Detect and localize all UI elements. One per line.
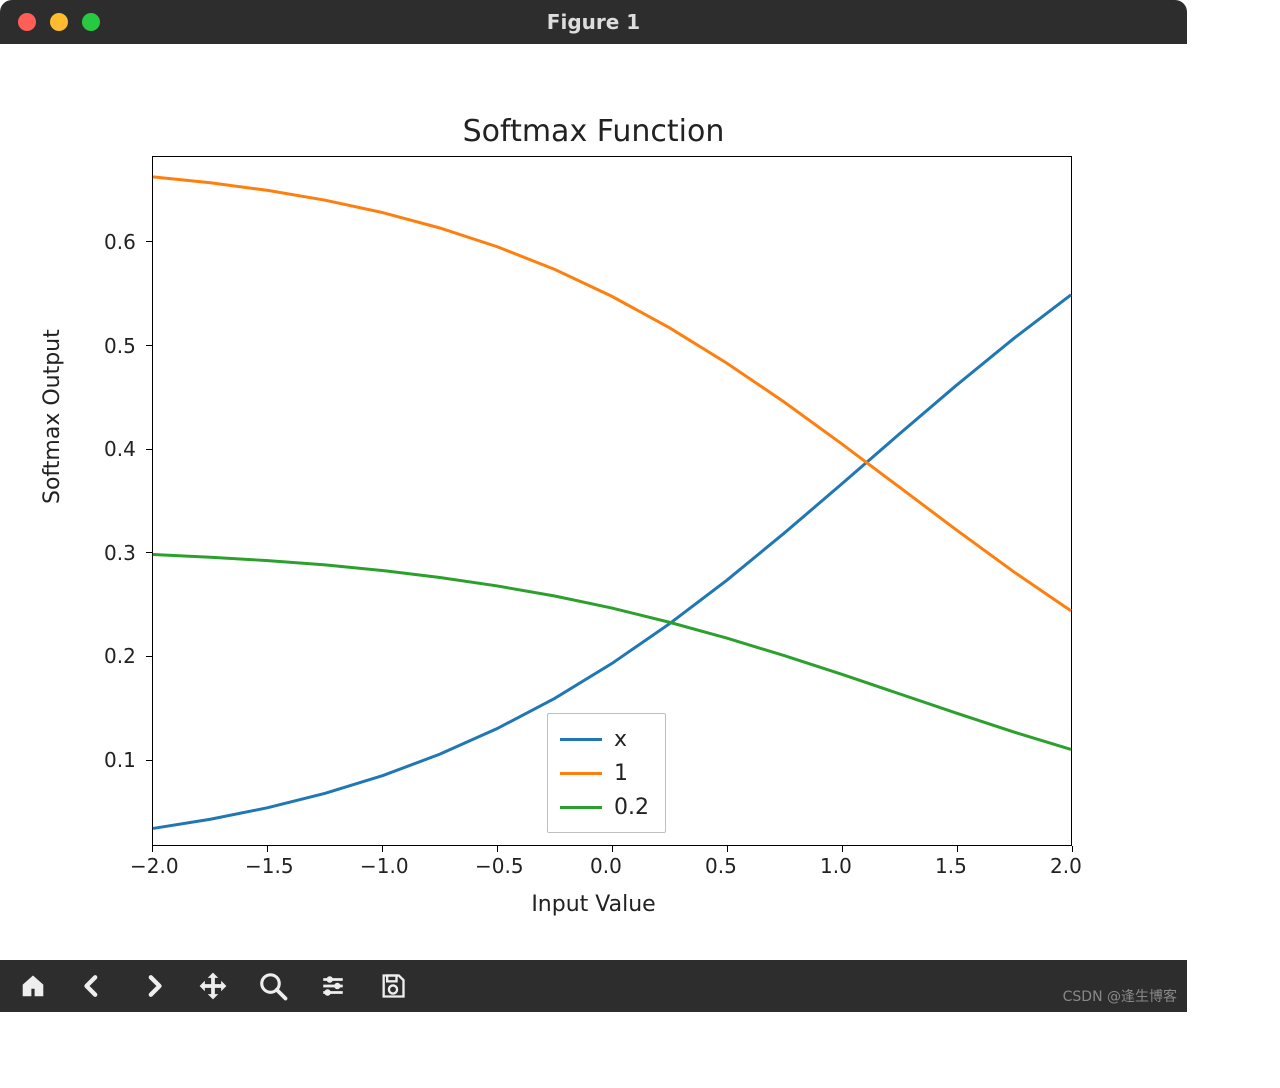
x-tick-label: 2.0	[1050, 854, 1082, 878]
figure-canvas[interactable]: Softmax Function Softmax Output Input Va…	[0, 44, 1187, 960]
home-button[interactable]	[4, 963, 62, 1009]
x-tick-mark	[497, 846, 498, 852]
save-icon	[379, 972, 407, 1000]
x-tick-mark	[382, 846, 383, 852]
x-axis-label: Input Value	[0, 892, 1187, 917]
y-tick-label: 0.3	[104, 541, 142, 565]
y-tick-label: 0.2	[104, 644, 142, 668]
y-tick-mark	[146, 449, 152, 450]
legend-swatch	[560, 772, 602, 775]
forward-button[interactable]	[124, 963, 182, 1009]
legend-swatch	[560, 738, 602, 741]
y-tick-mark	[146, 760, 152, 761]
x-tick-label: 0.0	[590, 854, 622, 878]
x-tick-mark	[957, 846, 958, 852]
mpl-toolbar: CSDN @逢生博客	[0, 960, 1187, 1012]
window-titlebar: Figure 1	[0, 0, 1187, 44]
figure-window: Figure 1 Softmax Function Softmax Output…	[0, 0, 1187, 1012]
y-tick-label: 0.6	[104, 230, 142, 254]
x-tick-label: −1.5	[245, 854, 294, 878]
sliders-icon	[318, 973, 348, 999]
legend-item-x: x	[560, 722, 649, 756]
save-button[interactable]	[364, 963, 422, 1009]
y-tick-mark	[146, 552, 152, 553]
plot-area: x 1 0.2	[152, 156, 1072, 846]
x-tick-mark	[267, 846, 268, 852]
x-tick-mark	[842, 846, 843, 852]
x-tick-label: 1.5	[935, 854, 967, 878]
back-button[interactable]	[64, 963, 122, 1009]
legend-item-0p2: 0.2	[560, 790, 649, 824]
chart-title: Softmax Function	[0, 114, 1187, 149]
window-title: Figure 1	[0, 10, 1187, 34]
x-tick-label: 0.5	[705, 854, 737, 878]
y-tick-mark	[146, 345, 152, 346]
legend: x 1 0.2	[547, 713, 666, 833]
configure-button[interactable]	[304, 963, 362, 1009]
x-tick-mark	[612, 846, 613, 852]
x-tick-mark	[1072, 846, 1073, 852]
x-tick-mark	[727, 846, 728, 852]
pan-button[interactable]	[184, 963, 242, 1009]
y-axis-label: Softmax Output	[40, 329, 65, 504]
y-tick-label: 0.1	[104, 748, 142, 772]
legend-label: 0.2	[614, 795, 649, 820]
y-tick-label: 0.5	[104, 334, 142, 358]
y-tick-mark	[146, 241, 152, 242]
legend-label: x	[614, 727, 627, 752]
legend-swatch	[560, 806, 602, 809]
series-1	[153, 177, 1071, 611]
move-icon	[198, 971, 228, 1001]
x-tick-label: −1.0	[360, 854, 409, 878]
arrow-right-icon	[138, 973, 168, 999]
x-tick-label: 1.0	[820, 854, 852, 878]
x-tick-label: −2.0	[130, 854, 179, 878]
home-icon	[18, 973, 48, 999]
x-tick-label: −0.5	[475, 854, 524, 878]
watermark-text: CSDN @逢生博客	[1063, 986, 1177, 1006]
legend-item-1: 1	[560, 756, 649, 790]
y-tick-label: 0.4	[104, 437, 142, 461]
y-tick-mark	[146, 656, 152, 657]
magnify-icon	[258, 971, 288, 1001]
zoom-button[interactable]	[244, 963, 302, 1009]
arrow-left-icon	[78, 973, 108, 999]
x-tick-mark	[152, 846, 153, 852]
legend-label: 1	[614, 761, 628, 786]
